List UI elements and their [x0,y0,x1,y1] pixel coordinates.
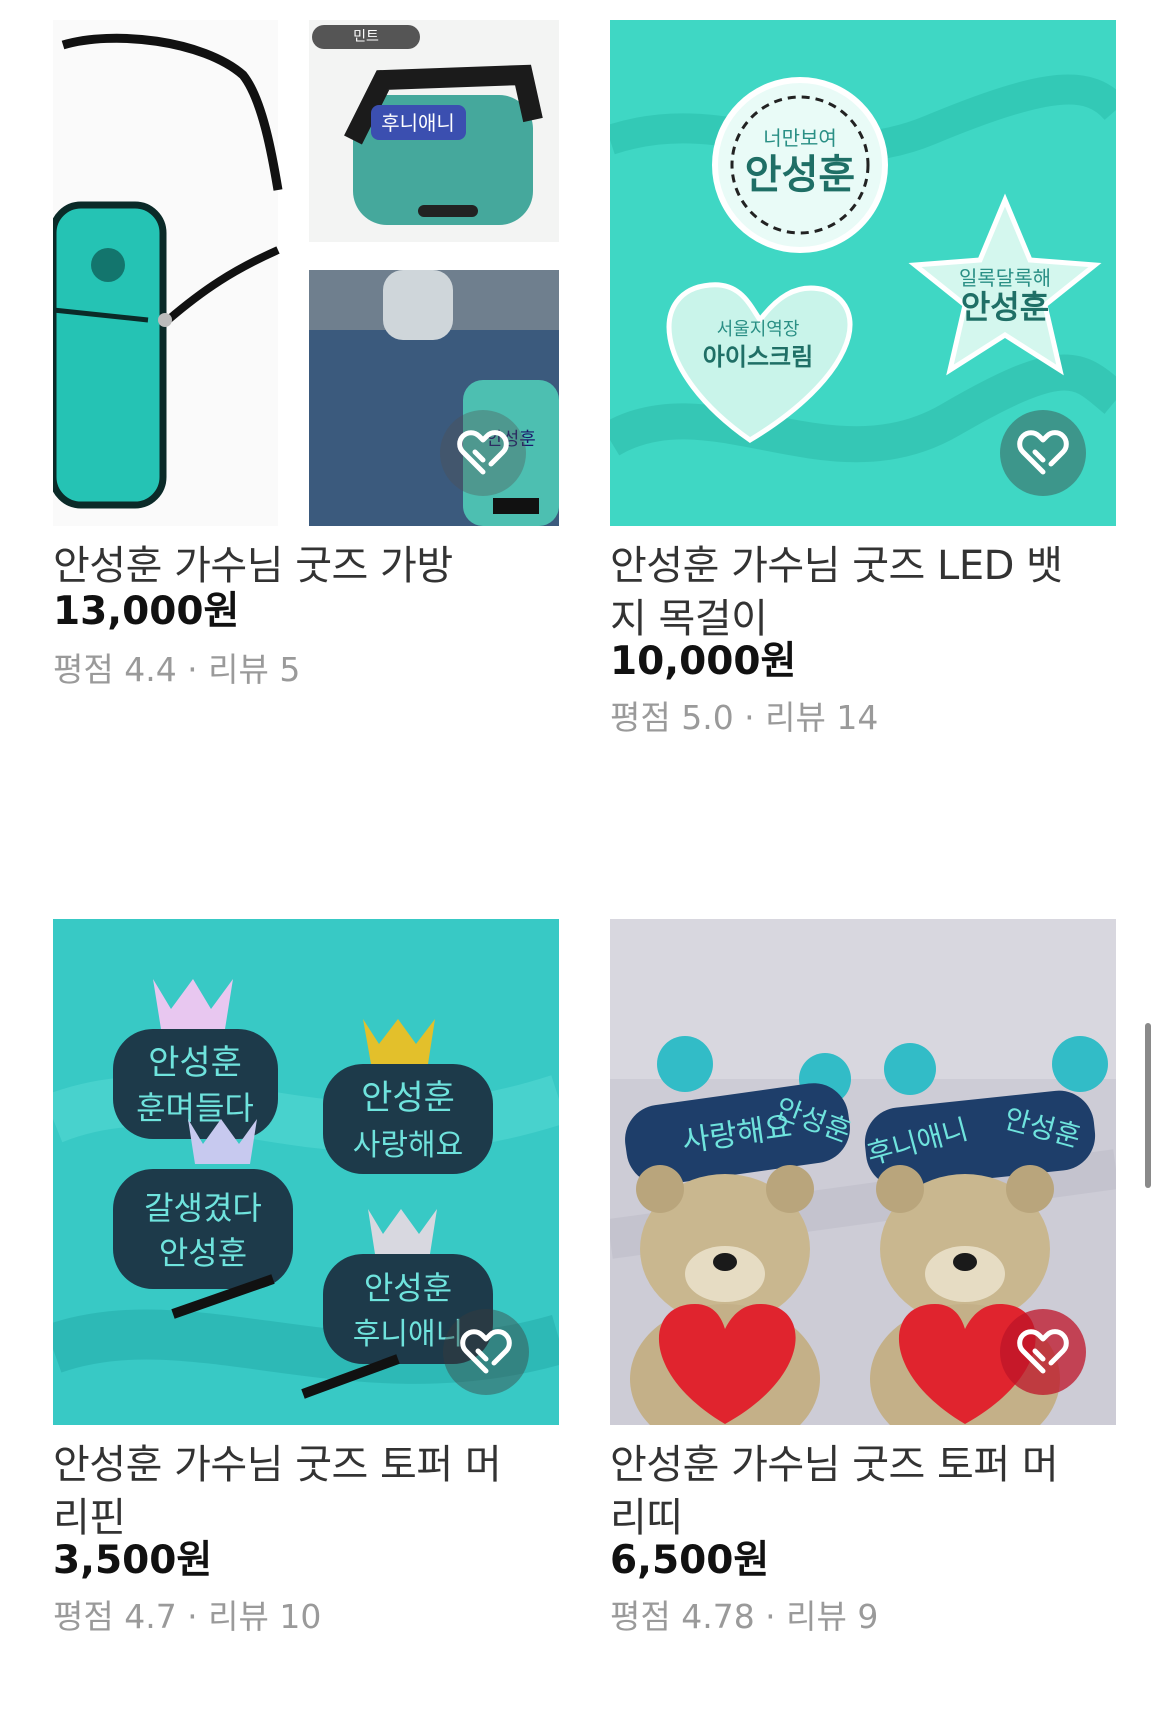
product-title[interactable]: 안성훈 가수님 굿즈 가방 [53,540,559,593]
topper-text: 사랑해요 [353,1128,463,1163]
product-card[interactable]: 사랑해요 안성훈 후니애니 안성훈 안성훈 가수님 굿즈 토퍼 머리띠 6,50… [610,919,1116,1699]
product-price: 10,000원 [610,639,797,684]
product-image[interactable]: 너만보여 안성훈 일록달록해 안성훈 서울지역장 아이스크림 [610,20,1116,526]
badge-text: 안성훈 [745,152,855,198]
product-price: 6,500원 [610,1538,770,1583]
product-card[interactable]: 너만보여 안성훈 일록달록해 안성훈 서울지역장 아이스크림 안성훈 가수님 굿… [610,20,1116,750]
product-card[interactable]: 후니애니 안성훈 민트 안성훈 가수님 굿즈 가방 13,000원 평점 4.4… [53,20,559,700]
product-price: 13,000원 [53,589,240,634]
badge-text: 안성훈 [961,288,1049,326]
product-rating: 평점 4.4 · 리뷰 5 [53,650,301,689]
product-rating: 평점 5.0 · 리뷰 14 [610,698,879,737]
topper-text: 안성훈 [159,1234,247,1272]
badge-text: 일록달록해 [959,266,1051,290]
product-card[interactable]: 안성훈 훈며들다 안성훈 사랑해요 갈생겼다 안성훈 안성훈 후니애니 안성훈 … [53,919,559,1699]
color-tag: 민트 [312,25,420,49]
scrollbar-thumb[interactable] [1145,1023,1151,1188]
heart-link-icon [1017,430,1069,475]
product-image[interactable]: 후니애니 안성훈 민트 [53,20,559,526]
badge-text: 서울지역장 [717,319,800,340]
wishlist-button[interactable] [440,410,526,496]
heart-link-icon [1017,1329,1069,1374]
wishlist-button-active[interactable] [1000,1309,1086,1395]
bag-print-text: 후니애니 [381,111,455,135]
product-image[interactable]: 사랑해요 안성훈 후니애니 안성훈 [610,919,1116,1425]
product-rating: 평점 4.78 · 리뷰 9 [610,1597,879,1636]
heart-link-icon [460,1329,512,1374]
badge-text: 너만보여 [763,126,837,150]
badge-text: 아이스크림 [703,343,813,371]
topper-text: 안성훈 [148,1043,242,1083]
product-image[interactable]: 안성훈 훈며들다 안성훈 사랑해요 갈생겼다 안성훈 안성훈 후니애니 [53,919,559,1425]
product-title[interactable]: 안성훈 가수님 굿즈 LED 뱃지 목걸이 [610,540,1090,646]
topper-text: 갈생겼다 [144,1189,262,1227]
product-title[interactable]: 안성훈 가수님 굿즈 토퍼 머리핀 [53,1439,533,1545]
topper-text: 안성훈 [364,1269,452,1307]
product-rating: 평점 4.7 · 리뷰 10 [53,1597,322,1636]
wishlist-button[interactable] [1000,410,1086,496]
heart-link-icon [457,430,509,475]
topper-text: 훈며들다 [136,1089,254,1127]
product-price: 3,500원 [53,1538,213,1583]
wishlist-button[interactable] [443,1309,529,1395]
topper-text: 안성훈 [361,1078,455,1118]
product-title[interactable]: 안성훈 가수님 굿즈 토퍼 머리띠 [610,1439,1090,1545]
